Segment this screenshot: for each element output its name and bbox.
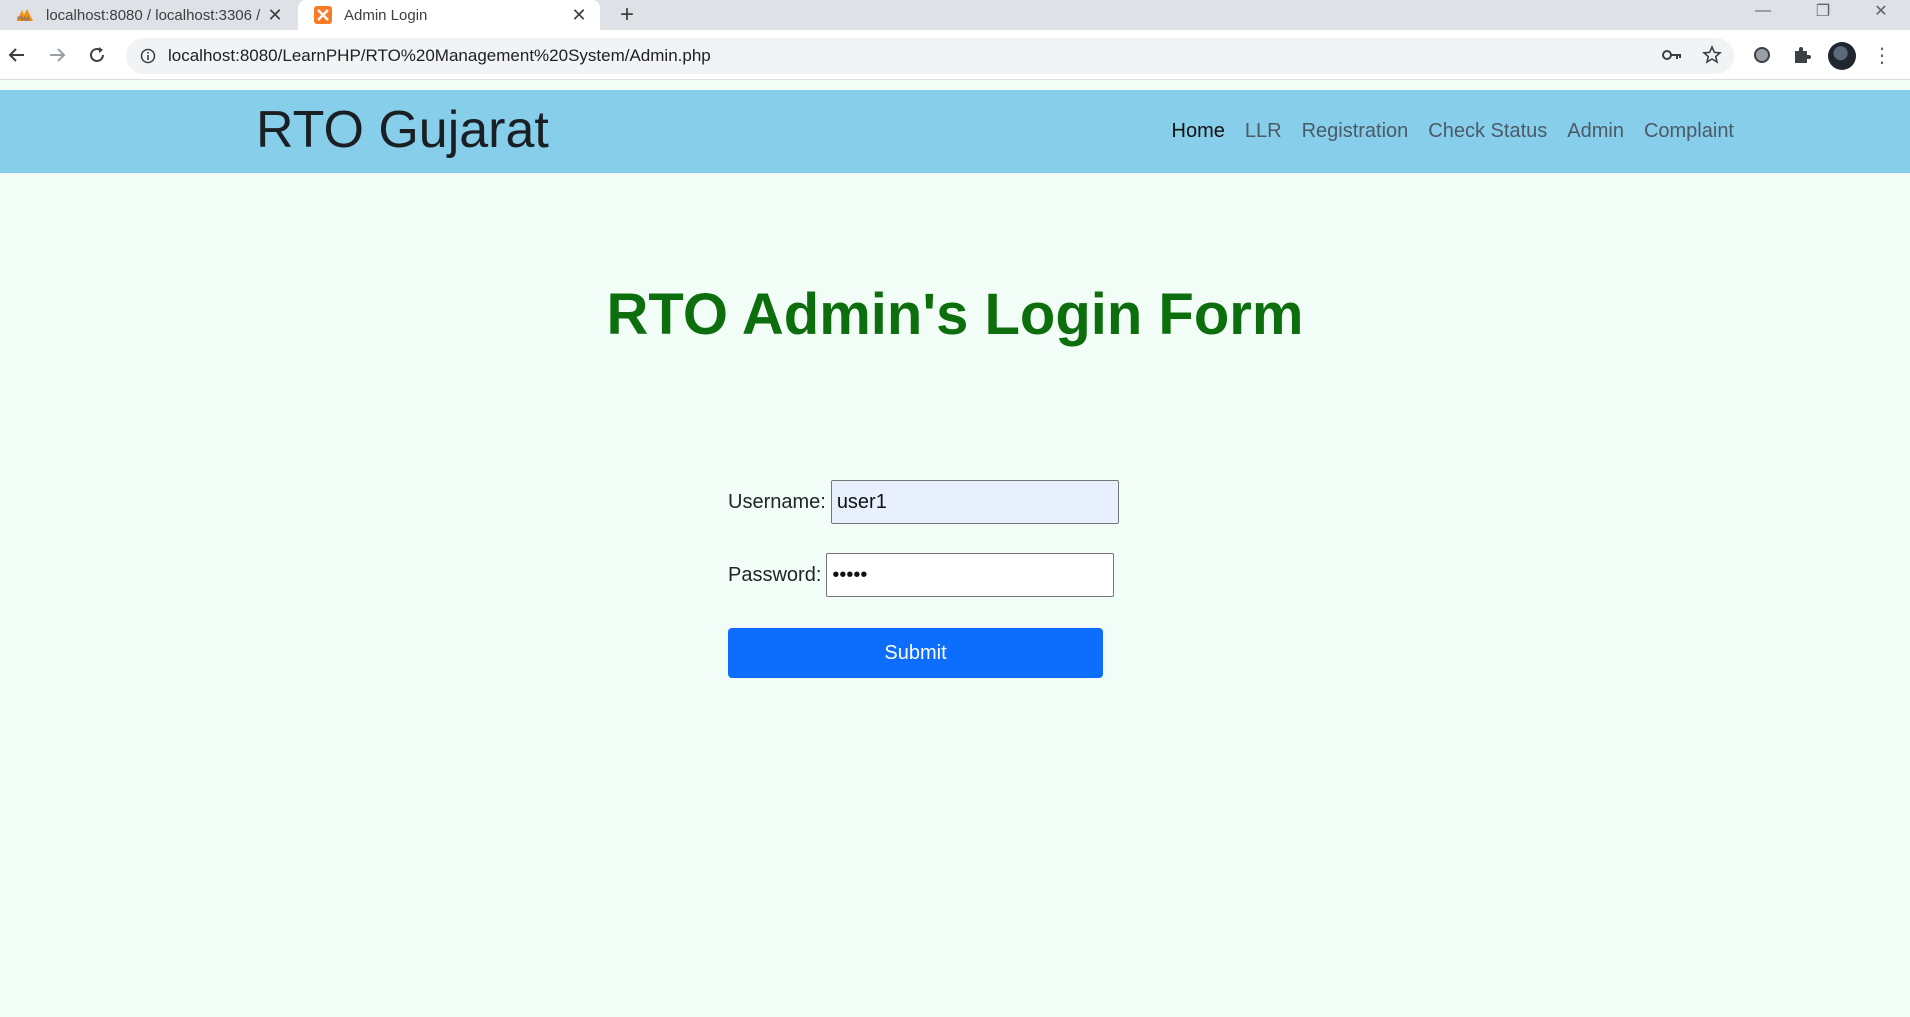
password-field[interactable] — [826, 553, 1115, 597]
close-tab-icon[interactable]: ✕ — [568, 4, 590, 26]
nav-link-admin[interactable]: Admin — [1567, 120, 1624, 143]
url-text: localhost:8080/LearnPHP/RTO%20Management… — [168, 46, 711, 65]
key-icon[interactable] — [1656, 39, 1688, 71]
tab-strip: PMA localhost:8080 / localhost:3306 / ✕ … — [0, 0, 1910, 30]
page-body: RTO Gujarat Home LLR Registration Check … — [0, 81, 1910, 1017]
page-title: RTO Admin's Login Form — [606, 282, 1304, 347]
nav-link-llr[interactable]: LLR — [1245, 120, 1282, 143]
back-icon[interactable] — [2, 40, 32, 70]
address-bar[interactable]: localhost:8080/LearnPHP/RTO%20Management… — [126, 38, 1734, 74]
password-label: Password: — [728, 563, 822, 586]
new-tab-icon[interactable]: + — [612, 0, 642, 30]
info-icon[interactable] — [138, 46, 158, 66]
username-label: Username: — [728, 490, 826, 513]
phpmyadmin-icon: PMA — [16, 6, 34, 24]
nav-link-home[interactable]: Home — [1172, 120, 1225, 143]
reload-icon[interactable] — [82, 40, 112, 70]
nav-links: Home LLR Registration Check Status Admin… — [1172, 90, 1734, 173]
xampp-icon — [314, 6, 332, 24]
close-window-icon[interactable]: ✕ — [1858, 0, 1904, 22]
submit-button[interactable]: Submit — [728, 628, 1103, 678]
nav-link-complaint[interactable]: Complaint — [1644, 120, 1734, 143]
profile-avatar[interactable] — [1828, 42, 1856, 70]
svg-text:PMA: PMA — [17, 16, 31, 22]
nav-link-check-status[interactable]: Check Status — [1428, 120, 1547, 143]
nav-link-registration[interactable]: Registration — [1302, 120, 1409, 143]
site-brand[interactable]: RTO Gujarat — [256, 100, 549, 160]
extension-circle-icon[interactable] — [1747, 40, 1777, 70]
extensions-puzzle-icon[interactable] — [1787, 40, 1817, 70]
tab-phpmyadmin[interactable]: PMA localhost:8080 / localhost:3306 / ✕ — [0, 0, 296, 30]
username-row: Username: — [728, 480, 1119, 524]
site-navbar: RTO Gujarat Home LLR Registration Check … — [0, 90, 1910, 173]
tab-title: Admin Login — [344, 6, 428, 24]
password-row: Password: — [728, 553, 1115, 597]
browser-toolbar: localhost:8080/LearnPHP/RTO%20Management… — [0, 30, 1910, 80]
tab-admin-login[interactable]: Admin Login ✕ — [298, 0, 600, 30]
username-field[interactable] — [830, 480, 1119, 524]
minimize-icon[interactable]: — — [1740, 0, 1786, 22]
close-tab-icon[interactable]: ✕ — [264, 4, 286, 26]
browser-menu-icon[interactable]: ⋮ — [1870, 40, 1894, 70]
restore-icon[interactable]: ❐ — [1800, 0, 1846, 22]
bookmark-star-icon[interactable] — [1696, 39, 1728, 71]
tab-title: localhost:8080 / localhost:3306 / — [46, 6, 261, 24]
forward-icon[interactable] — [42, 40, 72, 70]
